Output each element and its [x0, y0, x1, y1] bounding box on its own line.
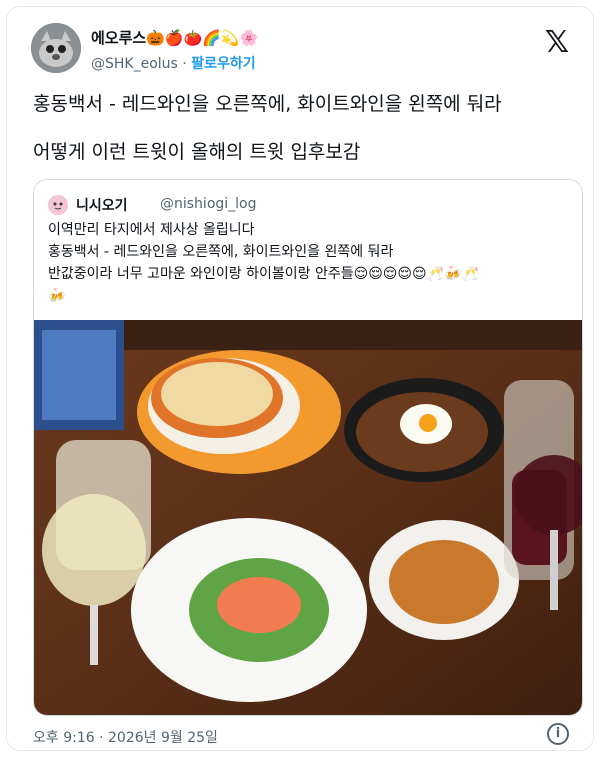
tweet-card: 에오루스🎃🍎🍅🌈💫🌸 @SHK_eolus · 팔로우하기 𝕏 홍동백서 - 레…	[6, 6, 594, 751]
quoted-text-line-1: 이역만리 타지에서 제사상 올립니다	[48, 222, 255, 238]
gratin	[161, 362, 273, 426]
follow-button[interactable]: 팔로우하기	[191, 56, 255, 72]
author-name[interactable]: 에오루스🎃🍎🍅🌈💫🌸	[91, 27, 258, 48]
author-handle[interactable]: @SHK_eolus	[91, 56, 178, 72]
tweet-text-line-1: 홍동백서 - 레드와인을 오른쪽에, 화이트와인을 왼쪽에 둬라	[33, 93, 502, 115]
red-wine-stem	[550, 530, 558, 610]
info-icon[interactable]: i	[547, 723, 569, 745]
fries	[389, 540, 499, 624]
author-handle-row: @SHK_eolus · 팔로우하기	[91, 53, 256, 73]
quoted-text-line-3: 반값중이라 너무 고마운 와인이랑 하이볼이랑 안주들😌😌😌😌😌🥂🍻🥂	[48, 266, 479, 282]
white-wine-glass	[42, 494, 146, 606]
quoted-avatar-image	[48, 195, 68, 215]
egg-yolk	[419, 414, 437, 432]
food-photo[interactable]	[34, 320, 582, 716]
quoted-text-line-4: 🍻	[48, 288, 66, 304]
white-wine-stem	[90, 605, 98, 665]
quoted-author-handle: @nishiogi_log	[160, 196, 257, 212]
tweet-text-line-2: 어떻게 이런 트윗이 올해의 트윗 입후보감	[33, 141, 361, 163]
quoted-text-line-2: 홍동백서 - 레드와인을 오른쪽에, 화이트와인을 왼쪽에 둬라	[48, 244, 394, 260]
quoted-avatar	[48, 195, 68, 215]
separator: ·	[182, 56, 187, 72]
quoted-tweet[interactable]: 니시오기 @nishiogi_log 이역만리 타지에서 제사상 올립니다 홍동…	[33, 179, 583, 716]
x-logo-icon[interactable]: 𝕏	[545, 25, 569, 60]
avatar[interactable]	[31, 23, 81, 73]
salmon	[217, 577, 301, 633]
timestamp[interactable]: 오후 9:16 · 2026년 9월 25일	[33, 727, 218, 747]
quoted-author-name: 니시오기	[76, 198, 128, 214]
avatar-image	[31, 23, 81, 73]
menu-screen	[42, 330, 116, 420]
